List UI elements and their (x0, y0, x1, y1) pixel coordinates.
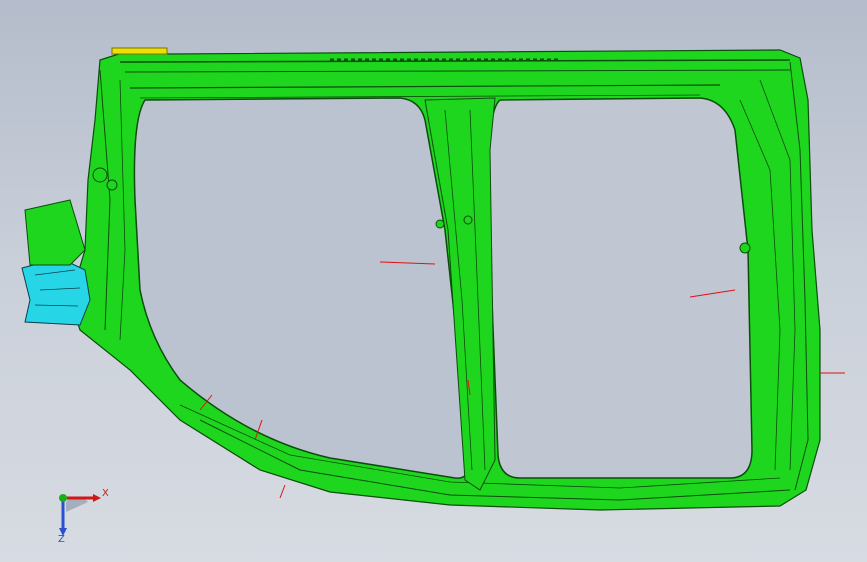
rear-window-opening (487, 97, 753, 479)
hinge-mount-plate[interactable] (24, 199, 86, 266)
door-frame-model[interactable] (69, 49, 821, 511)
mount-hole (463, 215, 473, 225)
axis-triad: X Z (58, 488, 108, 542)
mount-hole (92, 167, 108, 183)
mount-hole (106, 179, 118, 191)
z-axis-label: Z (58, 534, 65, 542)
hinge-bracket[interactable] (21, 257, 91, 326)
cad-3d-viewport[interactable] (0, 0, 867, 562)
y-axis-dot (59, 494, 67, 502)
mount-hole (739, 242, 751, 254)
mount-hole (435, 219, 445, 229)
x-axis-arrowhead (93, 494, 101, 502)
locating-pin[interactable] (111, 47, 168, 55)
x-axis-label: X (102, 488, 108, 499)
